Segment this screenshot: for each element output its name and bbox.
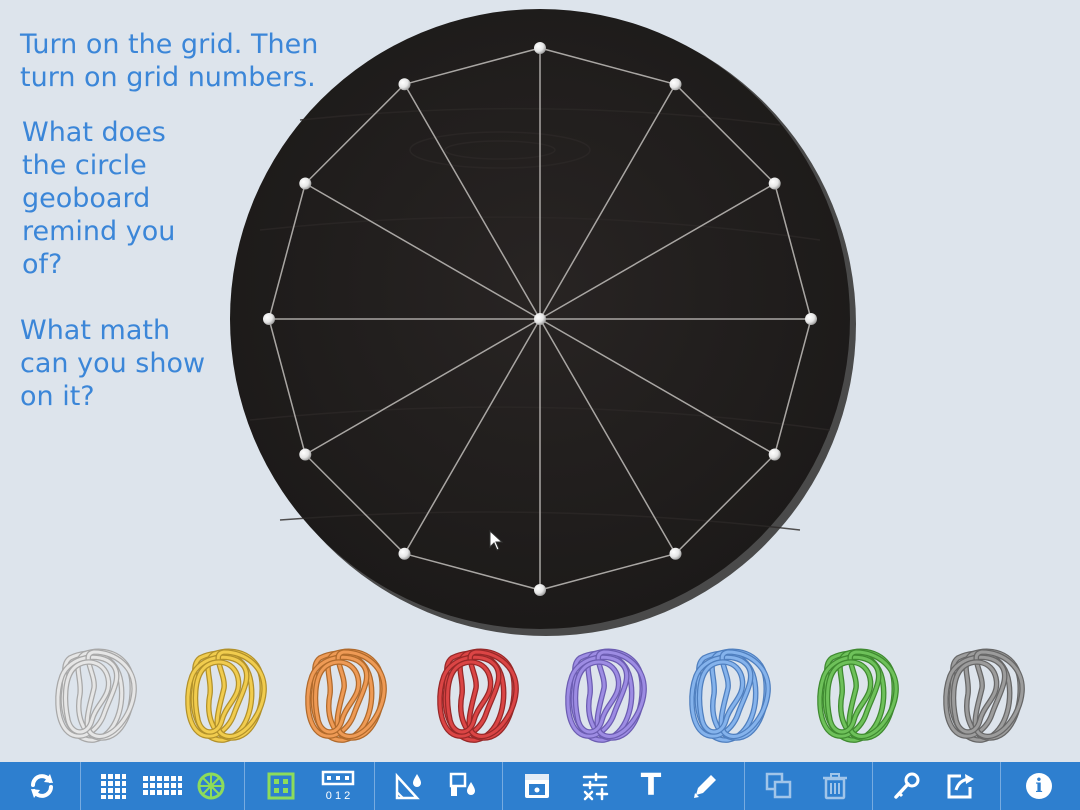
measure-icon[interactable]: [578, 770, 612, 802]
rectangle-geoboard-icon[interactable]: [142, 770, 182, 802]
triangle-fill-icon[interactable]: [392, 770, 426, 802]
toolbar-divider: [80, 762, 81, 810]
peg[interactable]: [263, 313, 275, 325]
toolbar-divider: [502, 762, 503, 810]
rubber-band-red[interactable]: [432, 644, 528, 748]
peg[interactable]: [398, 547, 411, 560]
geoboard-canvas[interactable]: [0, 0, 1080, 650]
info-icon[interactable]: i: [1022, 770, 1056, 802]
rubber-band-orange[interactable]: [300, 644, 396, 748]
rubber-band-yellow[interactable]: [180, 644, 276, 748]
rubber-band-green[interactable]: [812, 644, 908, 748]
rubber-band-white[interactable]: [50, 644, 146, 748]
trash-icon[interactable]: [818, 770, 852, 802]
peg[interactable]: [398, 78, 411, 91]
peg[interactable]: [768, 177, 781, 190]
toolbar-divider: [1000, 762, 1001, 810]
peg[interactable]: [669, 78, 682, 91]
peg[interactable]: [805, 313, 817, 325]
reset-icon[interactable]: [25, 770, 59, 802]
rubber-band-blue[interactable]: [684, 644, 780, 748]
text-icon[interactable]: T: [634, 770, 668, 802]
grid-numbers-icon[interactable]: 0 1 2: [318, 770, 358, 802]
rubber-band-gray[interactable]: [938, 644, 1034, 748]
toolbar-divider: [872, 762, 873, 810]
text-tool-label: T: [640, 768, 662, 803]
hide-board-icon[interactable]: [520, 770, 554, 802]
shape-fill-icon[interactable]: [446, 770, 480, 802]
peg[interactable]: [299, 177, 312, 190]
key-icon[interactable]: [890, 770, 924, 802]
circle-geoboard-icon[interactable]: [194, 770, 228, 802]
duplicate-icon[interactable]: [762, 770, 796, 802]
peg[interactable]: [768, 448, 781, 461]
grid-numbers-label: 0 1 2: [326, 790, 350, 802]
peg[interactable]: [534, 42, 546, 54]
toolbar-divider: [374, 762, 375, 810]
mouse-cursor-icon: [489, 530, 504, 551]
info-label: i: [1035, 775, 1043, 797]
peg[interactable]: [299, 448, 312, 461]
peg[interactable]: [669, 547, 682, 560]
peg[interactable]: [534, 584, 546, 596]
rubber-band-purple[interactable]: [560, 644, 656, 748]
share-icon[interactable]: [944, 770, 978, 802]
bottom-toolbar: 0 1 2 T i: [0, 762, 1080, 810]
pencil-icon[interactable]: [688, 770, 722, 802]
grid-icon[interactable]: [264, 770, 298, 802]
peg[interactable]: [534, 313, 546, 325]
toolbar-divider: [244, 762, 245, 810]
square-geoboard-icon[interactable]: [96, 770, 130, 802]
toolbar-divider: [744, 762, 745, 810]
